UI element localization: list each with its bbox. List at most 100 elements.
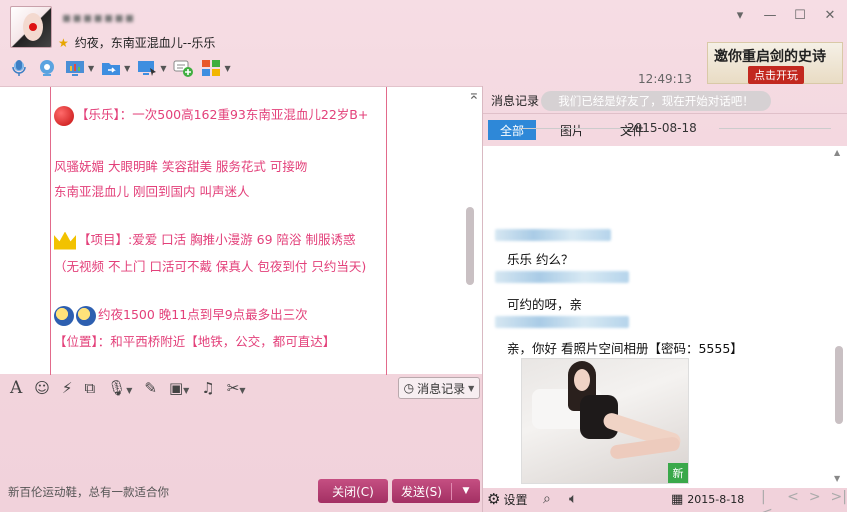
send-button-label[interactable]: 发送(S) — [392, 482, 452, 500]
message-history-button[interactable]: ◷ 消息记录 ▼ — [398, 377, 480, 399]
scroll-up-icon[interactable]: ▲ — [834, 148, 840, 157]
chat-line-text: 东南亚混血儿 刚回到国内 叫声迷人 — [54, 184, 250, 199]
search-icon[interactable]: ⌕ — [543, 491, 551, 507]
clock-icon: ◷ — [403, 381, 415, 395]
divider — [483, 113, 847, 114]
minimize-icon[interactable]: — — [763, 8, 777, 23]
maximize-icon[interactable]: ☐ — [793, 8, 807, 23]
music-icon[interactable]: ♫ — [201, 379, 214, 397]
chat-line: 【位置】：和平西桥附近【地铁，公交，都可直达】 — [54, 331, 335, 350]
microphone-icon — [8, 58, 30, 78]
avatar[interactable] — [10, 6, 52, 48]
moon-emoji-icon — [54, 305, 74, 326]
photo-face — [574, 369, 590, 391]
apple-emoji-icon — [54, 105, 74, 126]
settings-button[interactable]: ⚙ 设置 — [487, 490, 527, 508]
chat-line: 【乐乐】：一次500高162重93东南亚混血儿22岁B+ — [54, 104, 368, 126]
banner-title: 邀你重启剑的史诗 — [714, 49, 826, 65]
chat-toolbar: ▼ ▼ ▼ ▼ — [8, 56, 231, 80]
system-message: 我们已经是好友了，现在开始对话吧！ — [541, 91, 771, 111]
chat-line: 约夜1500 晚11点到早9点最多出三次 — [54, 304, 308, 326]
tab-message-history[interactable]: 消息记录 — [491, 92, 539, 109]
screen-share-icon — [64, 58, 86, 78]
message-timestamp: 12:49:13 — [638, 72, 692, 86]
create-group-icon — [172, 58, 194, 78]
send-options-dropdown[interactable]: ▼ — [452, 486, 480, 496]
video-camera-icon — [36, 58, 58, 78]
sender-name-blurred — [495, 271, 629, 283]
date-picker[interactable]: ▦ 2015-8-18 — [671, 492, 744, 507]
collapse-icon[interactable]: ⌅ — [468, 87, 480, 103]
close-icon[interactable]: ✕ — [823, 8, 837, 23]
calendar-icon: ▦ — [671, 492, 684, 507]
chat-line: 【项目】:爱爱 口活 胸推小漫游 69 陪浴 制服诱惑 — [54, 229, 356, 250]
new-badge: 新 — [668, 463, 688, 483]
window-controls: ▾ — ☐ ✕ — [733, 8, 837, 23]
divider — [519, 128, 631, 129]
send-button[interactable]: 发送(S) ▼ — [392, 479, 480, 503]
voice-call-button[interactable] — [8, 56, 30, 80]
sender-name-blurred — [495, 316, 629, 328]
message-input[interactable] — [0, 402, 482, 476]
prev-page-icon[interactable]: < — [787, 489, 799, 512]
menu-dropdown-icon[interactable]: ▾ — [733, 8, 747, 23]
chat-line-text: 【项目】:爱爱 口活 胸推小漫游 69 陪浴 制服诱惑 — [78, 232, 356, 247]
sender-name-blurred — [495, 229, 611, 241]
apps-icon — [200, 58, 222, 78]
scissors-icon[interactable]: ✂▼ — [227, 379, 246, 397]
image-icon[interactable]: ▣▼ — [169, 379, 189, 397]
settings-label: 设置 — [503, 492, 528, 507]
remote-desktop-icon — [136, 58, 158, 78]
chevron-down-icon: ▼ — [160, 63, 167, 73]
date-separator: 2015-08-18 — [503, 121, 833, 135]
history-message: 可约的呀，亲 — [507, 297, 583, 312]
video-call-button[interactable] — [36, 56, 58, 80]
voice-message-icon[interactable]: 🎙︎▼ — [107, 379, 132, 397]
crown-emoji-icon — [54, 231, 76, 250]
create-group-button[interactable] — [172, 56, 194, 80]
apps-button[interactable]: ▼ — [200, 56, 231, 80]
remote-desktop-button[interactable]: ▼ — [136, 56, 166, 80]
contact-signature: ★ 约夜，东南亚混血儿--乐乐 — [58, 34, 215, 51]
scroll-down-icon[interactable]: ▼ — [834, 474, 840, 483]
font-icon[interactable]: A — [10, 378, 22, 398]
chevron-down-icon: ▼ — [468, 383, 475, 393]
ad-text-link[interactable]: 新百伦运动鞋，总有一款适合你 — [8, 484, 169, 500]
chevron-down-icon: ▼ — [88, 63, 95, 73]
edit-icon[interactable]: ✎ — [144, 379, 157, 397]
emoji-icon[interactable]: ☺ — [34, 379, 50, 397]
magic-wand-icon[interactable]: ⚡ — [62, 379, 73, 397]
contact-nickname: ▪▪▪▪▪▪▪ — [62, 10, 136, 26]
date-picker-value: 2015-8-18 — [687, 493, 745, 506]
screenshot-icon[interactable]: ⧉ — [84, 379, 95, 397]
last-page-icon[interactable]: >| — [831, 489, 847, 512]
chat-line: 东南亚混血儿 刚回到国内 叫声迷人 — [54, 181, 249, 200]
history-message: 乐乐 约么？ — [507, 252, 574, 267]
screen-share-button[interactable]: ▼ — [64, 56, 94, 80]
chat-scrollbar[interactable] — [466, 207, 474, 285]
first-page-icon[interactable]: |< — [761, 489, 777, 512]
date-separator-label: 2015-08-18 — [627, 121, 697, 135]
photo-message[interactable]: 新 — [521, 358, 689, 484]
history-footer: ⚙设置 ⌕ 🔈︎ ▦2015-8-18 |< < > >| — [483, 488, 847, 512]
next-page-icon[interactable]: > — [809, 489, 821, 512]
file-transfer-icon — [100, 58, 122, 78]
file-transfer-button[interactable]: ▼ — [100, 56, 130, 80]
chevron-down-icon: ▼ — [124, 63, 131, 73]
moon-emoji-icon — [76, 305, 96, 326]
gear-icon: ⚙ — [487, 490, 501, 508]
divider — [719, 128, 831, 129]
close-button[interactable]: 关闭(C) — [318, 479, 388, 503]
chevron-down-icon: ▼ — [224, 63, 231, 73]
star-icon: ★ — [58, 36, 69, 50]
page-navigation: |< < > >| — [761, 489, 847, 512]
history-message: 亲，你好 看照片空间相册【密码：5555】 — [507, 341, 743, 356]
chat-line-text: 【位置】：和平西桥附近【地铁，公交，都可直达】 — [54, 334, 336, 349]
history-scrollbar[interactable] — [835, 346, 843, 424]
chat-line-text: 【乐乐】：一次500高162重93东南亚混血儿22岁B+ — [76, 107, 369, 122]
speaker-icon[interactable]: 🔈︎ — [569, 491, 577, 507]
chat-line-text: 约夜1500 晚11点到早9点最多出三次 — [98, 307, 308, 322]
signature-text: 约夜，东南亚混血儿--乐乐 — [74, 36, 216, 50]
chat-line: 风骚妩媚 大眼明眸 笑容甜美 服务花式 可接吻 — [54, 156, 307, 175]
avatar-nose — [29, 23, 37, 31]
